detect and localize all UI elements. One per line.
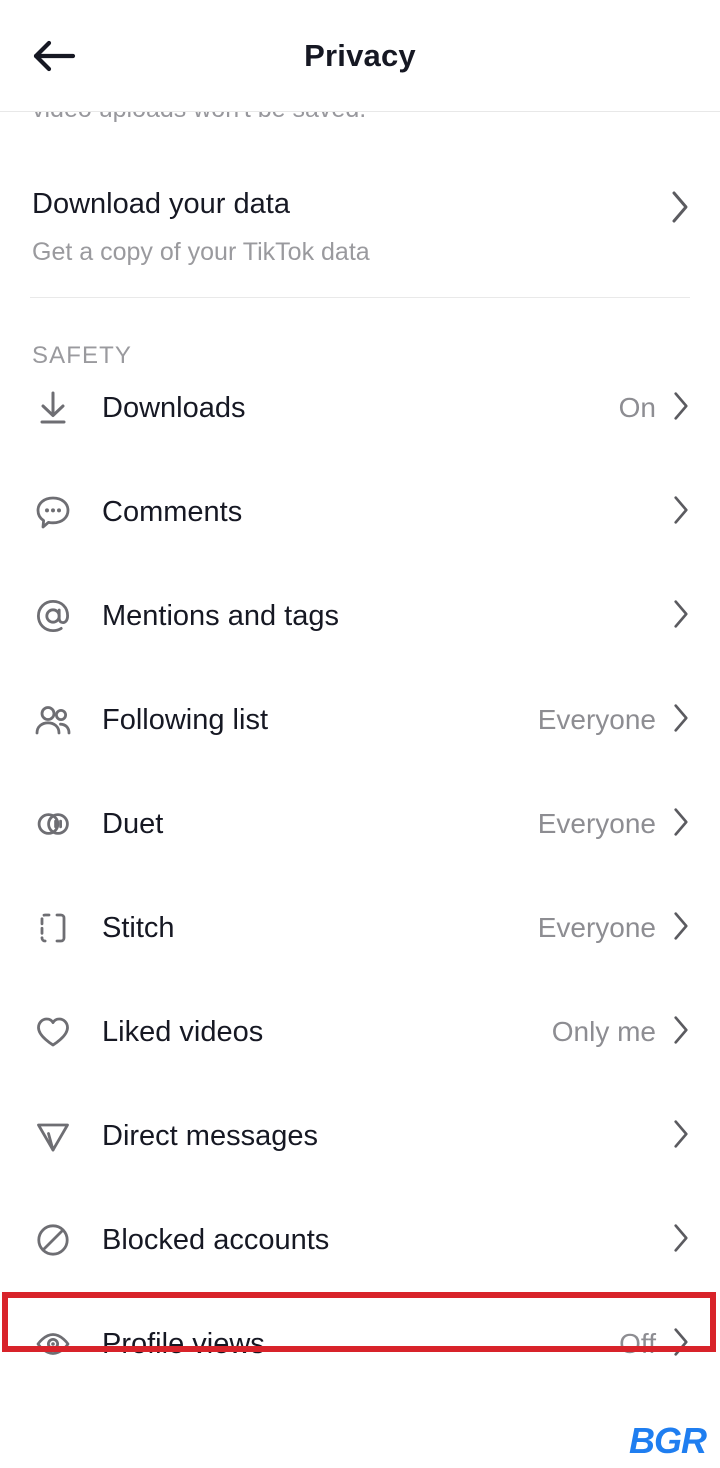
block-icon (32, 1219, 74, 1261)
eye-icon (32, 1323, 74, 1365)
chevron-right-icon (672, 1119, 690, 1154)
download-your-data-subtitle: Get a copy of your TikTok data (32, 238, 370, 267)
duet-icon (32, 803, 74, 845)
people-icon (32, 699, 74, 741)
setting-row-comments[interactable]: Comments (0, 460, 720, 564)
chevron-right-icon (672, 1223, 690, 1258)
clipped-description-text: video uploads won't be saved. (32, 112, 366, 124)
setting-row-profile-views[interactable]: Profile views Off (0, 1292, 720, 1396)
chevron-right-icon (672, 807, 690, 842)
setting-label: Liked videos (102, 1015, 264, 1048)
safety-section-header: SAFETY (32, 342, 132, 370)
setting-value: Everyone (537, 912, 656, 944)
chevron-right-icon (672, 495, 690, 530)
setting-row-duet[interactable]: Duet Everyone (0, 772, 720, 876)
setting-row-direct-messages[interactable]: Direct messages (0, 1084, 720, 1188)
chevron-right-icon (672, 911, 690, 946)
chevron-right-icon (672, 599, 690, 634)
bgr-watermark: BGR (629, 1420, 707, 1461)
setting-label: Direct messages (102, 1119, 318, 1152)
setting-row-downloads[interactable]: Downloads On (0, 356, 720, 460)
profile-views-highlight-wrapper: Profile views Off (0, 1292, 720, 1396)
setting-value: Only me (551, 1016, 656, 1048)
setting-value: Everyone (537, 808, 656, 840)
chevron-right-icon (672, 703, 690, 738)
chevron-right-icon (670, 190, 690, 229)
settings-scroll-area: video uploads won't be saved. Download y… (0, 112, 720, 1397)
setting-row-stitch[interactable]: Stitch Everyone (0, 876, 720, 980)
setting-value: On (618, 392, 656, 424)
setting-row-liked-videos[interactable]: Liked videos Only me (0, 980, 720, 1084)
chevron-right-icon (672, 391, 690, 426)
comment-bubble-icon (32, 491, 74, 533)
setting-label: Duet (102, 807, 164, 840)
chevron-right-icon (672, 1015, 690, 1050)
download-your-data-title: Download your data (32, 188, 290, 220)
setting-value: Everyone (537, 704, 656, 736)
heart-icon (32, 1011, 74, 1053)
setting-label: Following list (102, 703, 268, 736)
setting-row-blocked-accounts[interactable]: Blocked accounts (0, 1188, 720, 1292)
setting-row-mentions-and-tags[interactable]: Mentions and tags (0, 564, 720, 668)
setting-label: Profile views (102, 1327, 265, 1360)
clipped-previous-description: video uploads won't be saved. (0, 112, 720, 154)
setting-label: Downloads (102, 391, 246, 424)
setting-value: Off (619, 1328, 656, 1360)
download-your-data-row[interactable]: Download your data Get a copy of your Ti… (0, 154, 720, 297)
at-sign-icon (32, 595, 74, 637)
chevron-right-icon (672, 1327, 690, 1362)
stitch-icon (32, 907, 74, 949)
setting-label: Mentions and tags (102, 599, 339, 632)
setting-row-following-list[interactable]: Following list Everyone (0, 668, 720, 772)
page-title: Privacy (304, 37, 416, 73)
setting-label: Stitch (102, 911, 175, 944)
setting-label: Comments (102, 495, 243, 528)
app-header: Privacy (0, 0, 720, 112)
download-icon (32, 387, 74, 429)
setting-label: Blocked accounts (102, 1223, 330, 1256)
send-icon (32, 1115, 74, 1157)
